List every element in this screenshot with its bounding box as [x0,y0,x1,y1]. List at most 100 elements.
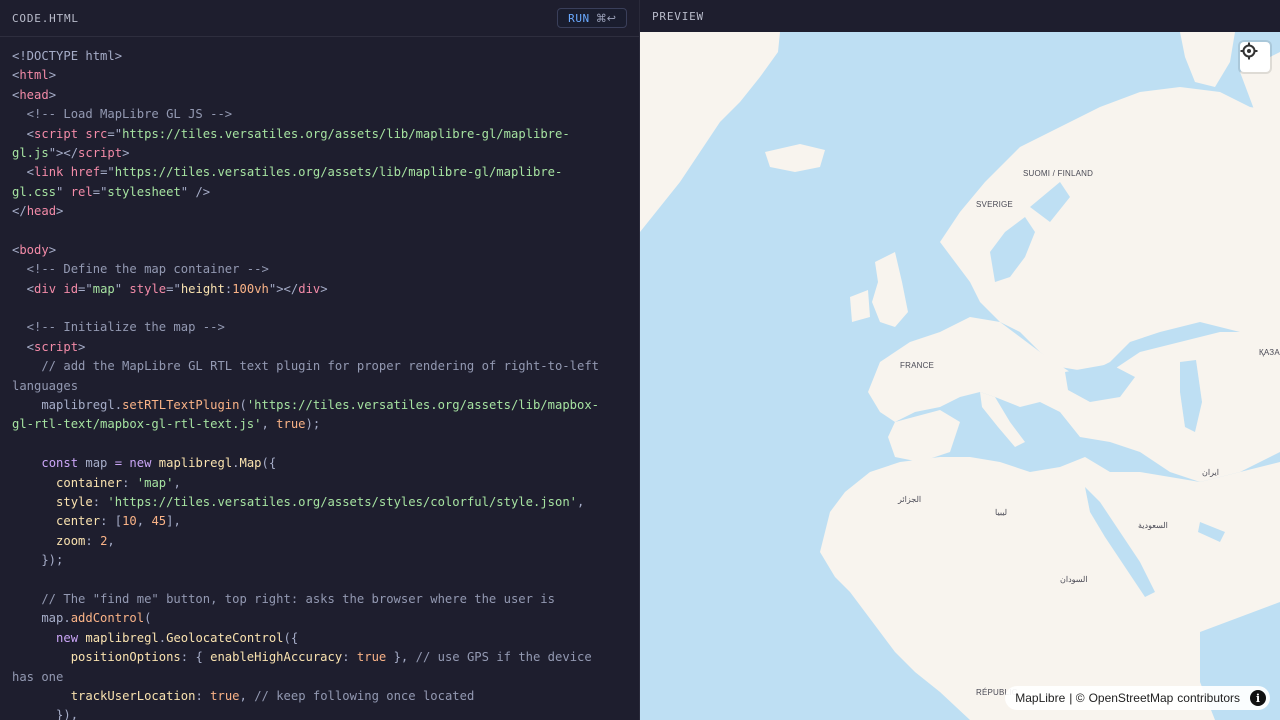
code-line: <!-- Load MapLibre GL JS --> [12,105,627,124]
code-token: . [158,630,167,645]
code-line: new maplibregl.GeolocateControl({ [12,629,627,648]
code-token: <!DOCTYPE html> [12,49,123,63]
code-token: link [34,165,64,180]
code-line: const map = new maplibregl.Map({ [12,454,627,473]
geolocate-button[interactable] [1240,42,1270,72]
map-place-label: ليبيا [995,508,1008,517]
code-token: head [26,204,57,219]
code-token: , [107,533,115,548]
map-place-label: الجزائر [898,495,922,504]
code-token: height [180,281,225,296]
editor-title: CODE.HTML [12,11,79,25]
code-token: =" [166,281,181,296]
code-token: // use GPS if the device [415,650,592,665]
code-line: }); [12,551,627,570]
code-token: <!-- Load MapLibre GL JS --> [12,107,233,122]
code-token: > [56,204,64,219]
code-line: gl-rtl-text/mapbox-gl-rtl-text.js', true… [12,415,627,434]
code-token: : [195,688,211,703]
code-token: Map [239,456,262,471]
code-token: </ [12,204,27,219]
code-token: , [136,514,152,529]
code-token: > [48,242,57,257]
code-token: > [122,145,130,160]
code-token: head [19,87,49,102]
code-editor-textarea[interactable]: <!DOCTYPE html> <html> <head> <!-- Load Ma… [0,37,639,720]
code-token: : { [180,650,211,665]
code-line: <!-- Define the map container --> [12,260,627,279]
code-token: id [56,281,79,296]
code-line: gl.css" rel="stylesheet" /> [12,183,627,202]
code-token: map [92,281,115,296]
code-line: }), [12,706,627,720]
maplibre-link[interactable]: MapLibre [1015,691,1065,705]
attribution-separator: | © [1069,691,1085,705]
code-token: gl.js [12,145,49,160]
code-token: <!-- Define the map container --> [12,262,269,277]
code-token: }), [12,708,79,720]
code-token: true [356,650,387,665]
run-button[interactable]: RUN ⌘↩ [557,8,627,28]
code-token: , [173,475,181,490]
code-token: }); [12,553,64,568]
code-token: 'https://tiles.versatiles.org/assets/sty… [107,494,578,509]
code-token: https://tiles.versatiles.org/assets/lib/… [122,126,570,141]
code-token: new [56,630,79,645]
code-token: 45 [151,514,167,529]
osm-link[interactable]: OpenStreetMap [1089,691,1174,705]
code-token: 'map' [136,475,174,490]
code-token: setRTLTextPlugin [122,398,240,413]
code-token: ], [166,514,181,529]
code-line: <script> [12,338,627,357]
map-place-label: ҚАЗА [1259,348,1280,357]
code-line: zoom: 2, [12,532,627,551]
map-place-label: السودان [1060,575,1088,584]
code-token: = [114,456,123,471]
code-token: src [78,126,108,141]
code-line: // The "find me" button, top right: asks… [12,590,627,609]
code-token: href [63,165,101,180]
code-token: : [85,533,101,548]
code-token: > [48,68,57,83]
code-token: ({ [283,630,299,645]
map-canvas[interactable]: SUOMI / FINLAND SVERIGE FRANCE ҚАЗА ایران الج… [640,32,1280,720]
map-basemap [640,32,1280,720]
code-token: map [78,456,115,471]
preview-header: PREVIEW [640,0,1280,32]
code-token: trackUserLocation [70,688,196,703]
code-token: container [56,475,123,490]
code-token: // add the MapLibre GL RTL text plugin f… [12,359,599,374]
code-token: : [122,475,137,490]
code-token: addControl [70,611,145,626]
code-token: . [232,456,240,471]
code-token: " [114,281,123,296]
code-line: positionOptions: { enableHighAccuracy: t… [12,648,627,667]
code-token: : [92,494,108,509]
attribution-contributors: contributors [1177,691,1240,705]
code-token: script [34,126,79,141]
code-line: <div id="map" style="height:100vh"></div… [12,280,627,299]
code-token: ( [144,611,152,626]
code-line: map.addControl( [12,609,627,628]
code-line: maplibregl.setRTLTextPlugin('https://til… [12,396,627,415]
map-place-label: FRANCE [900,361,935,370]
code-token: : [ [100,514,123,529]
info-icon[interactable]: i [1250,690,1266,706]
code-token: < [12,281,35,296]
map-place-label: السعودية [1138,521,1168,530]
code-line: container: 'map', [12,474,627,493]
code-token: " /> [180,184,211,199]
code-token: // keep following once located [254,688,475,703]
code-token: style [56,494,93,509]
code-token: < [12,339,35,354]
code-token: maplibregl [158,456,233,471]
code-token: "></ [48,145,79,160]
code-token: GeolocateControl [166,630,284,645]
code-token: true [210,688,240,703]
code-line: <head> [12,86,627,105]
